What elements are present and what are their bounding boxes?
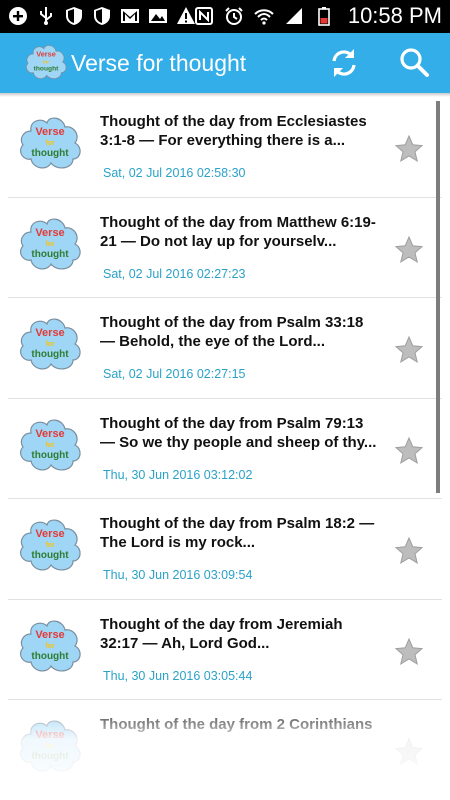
list-item[interactable]: Verse for thought Thought of the day fro… <box>0 198 450 298</box>
item-title: Thought of the day from 2 Corinthians <box>100 716 373 733</box>
svg-text:for: for <box>45 542 55 549</box>
shield-icon <box>66 7 82 25</box>
app-title: Verse for thought <box>71 50 247 76</box>
warning-icon <box>177 7 195 24</box>
svg-text:Verse: Verse <box>35 227 64 239</box>
item-date: Sat, 02 Jul 2016 02:27:23 <box>103 266 246 281</box>
svg-text:thought: thought <box>31 550 69 561</box>
svg-text:thought: thought <box>31 249 69 260</box>
list-item[interactable]: Verse for thought Thought of the day fro… <box>0 600 450 700</box>
item-date: Sat, 02 Jul 2016 02:58:30 <box>103 166 246 180</box>
add-icon <box>9 7 27 25</box>
wifi-icon <box>254 9 274 25</box>
verse-thumbnail: Verse for thought <box>19 318 81 370</box>
svg-text:Verse: Verse <box>35 126 64 138</box>
verse-thumbnail: Verse for thought <box>19 519 81 571</box>
star-icon[interactable] <box>394 637 424 667</box>
star-icon[interactable] <box>394 335 424 365</box>
item-date: Thu, 30 Jun 2016 03:09:54 <box>103 568 253 582</box>
battery-icon <box>318 7 330 26</box>
verse-thumbnail: Verse for thought <box>19 218 81 269</box>
item-date: Thu, 30 Jun 2016 03:12:02 <box>103 467 253 482</box>
svg-text:for: for <box>45 241 55 248</box>
svg-text:Verse: Verse <box>35 729 64 741</box>
image-icon <box>149 9 167 23</box>
svg-text:thought: thought <box>31 751 69 762</box>
svg-text:for: for <box>45 140 55 147</box>
verse-list: Verse for thought Thought of the day fro… <box>0 97 450 800</box>
svg-text:Verse: Verse <box>35 629 64 641</box>
star-icon[interactable] <box>394 536 424 566</box>
app-bar: Verse for thought Verse for thought <box>0 33 450 93</box>
gmail-icon <box>121 9 139 23</box>
search-icon[interactable] <box>396 45 432 81</box>
svg-text:thought: thought <box>31 148 69 159</box>
svg-text:Verse: Verse <box>35 428 64 440</box>
item-title: Thought of the day from Matthew 6:19-21 … <box>100 213 376 250</box>
svg-text:thought: thought <box>31 651 69 662</box>
list-item[interactable]: Verse for thought Thought of the day fro… <box>0 499 450 600</box>
star-icon[interactable] <box>394 134 424 164</box>
svg-text:Verse: Verse <box>35 528 64 540</box>
item-date: Sat, 02 Jul 2016 02:27:15 <box>103 367 246 381</box>
item-title: Thought of the day from Psalm 33:18 — Be… <box>100 314 364 350</box>
verse-thumbnail: Verse for thought <box>19 419 81 470</box>
star-icon[interactable] <box>394 737 424 767</box>
svg-text:for: for <box>45 442 55 449</box>
item-date: Thu, 30 Jun 2016 03:05:44 <box>103 668 253 683</box>
list-item[interactable]: Verse for thought Thought of the day fro… <box>0 700 450 800</box>
list-item[interactable]: Verse for thought Thought of the day fro… <box>0 298 450 399</box>
star-icon[interactable] <box>394 235 424 265</box>
svg-text:for: for <box>45 643 55 650</box>
verse-thumbnail: Verse for thought <box>19 620 81 671</box>
item-title: Thought of the day from Jeremiah 32:17 —… <box>100 615 343 652</box>
logo-thought-text: thought <box>34 66 60 73</box>
list-item[interactable]: Verse for thought Thought of the day fro… <box>0 399 450 499</box>
nfc-icon <box>195 7 213 25</box>
status-bar: 10:58 PM <box>0 0 450 33</box>
refresh-icon[interactable] <box>326 45 362 81</box>
svg-text:Verse: Verse <box>35 327 64 339</box>
scrollbar[interactable] <box>436 101 440 493</box>
usb-icon <box>40 7 52 25</box>
verse-thumbnail: Verse for thought <box>19 117 81 169</box>
item-title: Thought of the day from Ecclesiastes 3:1… <box>100 113 367 149</box>
list-item[interactable]: Verse for thought Thought of the day fro… <box>0 97 450 198</box>
svg-text:thought: thought <box>31 349 69 360</box>
signal-icon <box>286 8 302 24</box>
star-icon[interactable] <box>394 436 424 466</box>
verse-thumbnail: Verse for thought <box>19 720 81 772</box>
svg-text:for: for <box>45 743 55 750</box>
item-title: Thought of the day from Psalm 18:2 — The… <box>100 515 375 551</box>
alarm-icon <box>225 7 243 25</box>
logo-verse-text: Verse <box>36 50 56 59</box>
clock: 10:58 PM <box>347 3 442 28</box>
svg-text:thought: thought <box>31 450 69 461</box>
app-logo: Verse for thought <box>25 45 67 79</box>
shield-icon <box>94 7 110 25</box>
svg-text:for: for <box>45 341 55 348</box>
item-title: Thought of the day from Psalm 79:13 — So… <box>100 414 377 451</box>
logo-for-text: for <box>43 59 49 64</box>
